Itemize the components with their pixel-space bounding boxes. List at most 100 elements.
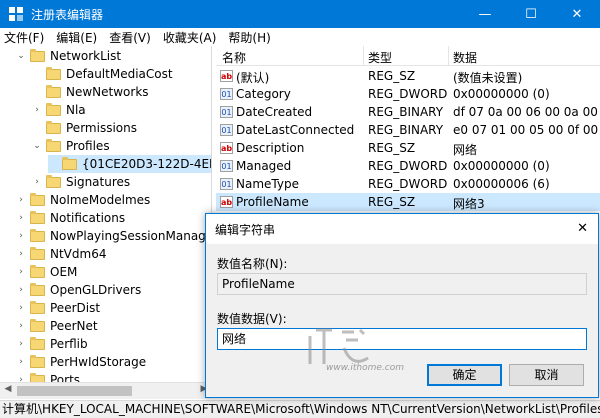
tree-item[interactable]: › Ports (16, 371, 80, 382)
tree-item[interactable]: › NoImeModelmes (16, 191, 150, 209)
chevron-right-icon[interactable]: › (16, 285, 26, 295)
tree-item-label: DefaultMediaCost (66, 67, 173, 81)
menu-favorites[interactable]: 收藏夹(A) (163, 29, 217, 46)
chevron-right-icon[interactable]: › (16, 249, 26, 259)
string-value-icon: ab (220, 142, 233, 154)
scroll-thumb[interactable] (17, 386, 132, 396)
chevron-right-icon[interactable]: › (16, 303, 26, 313)
tree-item[interactable]: › PeerNet (16, 317, 98, 335)
title-bar: 注册表编辑器 — ☐ ✕ (0, 0, 600, 28)
tree-item-label: NewNetworks (66, 85, 149, 99)
value-type: REG_SZ (368, 195, 416, 209)
list-row[interactable]: 01 Category REG_DWORD 0x00000000 (0) (216, 85, 600, 103)
binary-value-icon: 01 (220, 124, 233, 136)
menu-view[interactable]: 查看(V) (109, 29, 151, 46)
folder-icon (30, 300, 45, 314)
value-name: ProfileName (236, 195, 309, 209)
chevron-right-icon[interactable]: › (16, 231, 26, 241)
chevron-right-icon[interactable]: › (16, 267, 26, 277)
binary-value-icon: 01 (220, 106, 233, 118)
tree-item[interactable]: › Nla (32, 101, 86, 119)
window-title: 注册表编辑器 (31, 7, 104, 22)
menu-help[interactable]: 帮助(H) (228, 29, 270, 46)
tree-horizontal-scrollbar[interactable]: ◀ ▶ (0, 382, 212, 399)
menu-bar: 文件(F) 编辑(E) 查看(V) 收藏夹(A) 帮助(H) (0, 28, 600, 46)
value-type: REG_SZ (368, 69, 416, 83)
scroll-left-icon[interactable]: ◀ (0, 384, 16, 394)
folder-icon (30, 246, 45, 260)
value-data: 网络 (453, 143, 478, 157)
value-data: 0x00000000 (0) (453, 159, 550, 173)
value-name: Managed (236, 159, 292, 173)
tree-item[interactable]: › OpenGLDrivers (16, 281, 141, 299)
tree-item[interactable]: NewNetworks (32, 83, 149, 101)
value-type: REG_BINARY (368, 105, 444, 119)
list-row[interactable]: 01 NameType REG_DWORD 0x00000006 (6) (216, 175, 600, 193)
value-type: REG_BINARY (368, 123, 444, 137)
column-type[interactable]: 类型 (368, 49, 392, 66)
value-data-input[interactable]: 网络 (217, 328, 587, 350)
tree-item[interactable]: ⌄ Profiles (32, 137, 110, 155)
value-type: REG_DWORD (368, 159, 448, 173)
list-row[interactable]: 01 DateCreated REG_BINARY df 07 0a 00 06 00… (216, 103, 600, 121)
list-row[interactable]: 01 DateLastConnected REG_BINARY e0 07 01 00… (216, 121, 600, 139)
chevron-down-icon[interactable]: ⌄ (32, 141, 42, 151)
tree-item[interactable]: › NowPlayingSessionManager (16, 227, 211, 245)
tree-item[interactable]: ⌄ NetworkList (16, 47, 121, 65)
value-name: DateCreated (236, 105, 313, 119)
value-name: DateLastConnected (236, 123, 355, 137)
chevron-right-icon[interactable]: › (32, 177, 42, 187)
cancel-button[interactable]: 取消 (509, 364, 584, 386)
chevron-right-icon[interactable]: › (16, 357, 26, 367)
ok-button[interactable]: 确定 (427, 364, 502, 386)
chevron-right-icon[interactable]: › (16, 213, 26, 223)
chevron-right-icon[interactable]: › (16, 339, 26, 349)
tree-item[interactable]: › PerHwIdStorage (16, 353, 146, 371)
tree-item[interactable]: › Perflib (16, 335, 88, 353)
list-row[interactable]: ab Description REG_SZ 网络 (216, 139, 600, 157)
tree-item[interactable]: › Signatures (32, 173, 130, 191)
menu-edit[interactable]: 编辑(E) (56, 29, 97, 46)
tree-item[interactable]: › NtVdm64 (16, 245, 106, 263)
chevron-down-icon[interactable]: ⌄ (16, 51, 26, 61)
registry-tree[interactable]: ⌄ NetworkList DefaultMediaCost NewNetworks ›… (0, 46, 212, 382)
value-data-label: 数值数据(V): (217, 312, 287, 326)
folder-icon (30, 372, 45, 382)
chevron-right-icon[interactable]: › (16, 321, 26, 331)
chevron-right-icon[interactable]: › (16, 195, 26, 205)
folder-icon (46, 66, 61, 80)
folder-icon (30, 228, 45, 242)
binary-value-icon: 01 (220, 178, 233, 190)
chevron-right-icon[interactable]: › (32, 105, 42, 115)
dialog-close-icon[interactable]: ✕ (577, 221, 588, 236)
column-data[interactable]: 数据 (453, 49, 477, 66)
folder-icon (30, 354, 45, 368)
list-row[interactable]: 01 Managed REG_DWORD 0x00000000 (0) (216, 157, 600, 175)
tree-item[interactable]: {01CE20D3-122D-4EF0- (48, 155, 211, 173)
tree-item-label: Profiles (66, 139, 110, 153)
list-row[interactable]: ab (默认) REG_SZ (数值未设置) (216, 67, 600, 85)
tree-item[interactable]: › PeerDist (16, 299, 100, 317)
tree-item[interactable]: › Notifications (16, 209, 125, 227)
value-name: Category (236, 87, 291, 101)
list-row[interactable]: ab ProfileName REG_SZ 网络3 (216, 193, 600, 211)
minimize-button[interactable]: — (462, 0, 508, 28)
tree-item-label: PeerNet (50, 319, 98, 333)
value-name: NameType (236, 177, 299, 191)
folder-icon (46, 120, 61, 134)
dialog-title-bar: 编辑字符串 ✕ (206, 214, 598, 244)
column-name[interactable]: 名称 (222, 49, 246, 66)
binary-value-icon: 01 (220, 88, 233, 100)
value-name: (默认) (236, 71, 270, 85)
value-type: REG_DWORD (368, 87, 448, 101)
maximize-button[interactable]: ☐ (508, 0, 554, 28)
menu-file[interactable]: 文件(F) (4, 29, 44, 46)
tree-item-label: Ports (50, 373, 81, 382)
tree-item-label: NetworkList (50, 49, 122, 63)
tree-item[interactable]: Permissions (32, 119, 137, 137)
tree-item[interactable]: › OEM (16, 263, 77, 281)
close-button[interactable]: ✕ (554, 0, 600, 28)
chevron-right-icon[interactable]: › (16, 375, 26, 382)
folder-icon (30, 210, 45, 224)
tree-item[interactable]: DefaultMediaCost (32, 65, 173, 83)
